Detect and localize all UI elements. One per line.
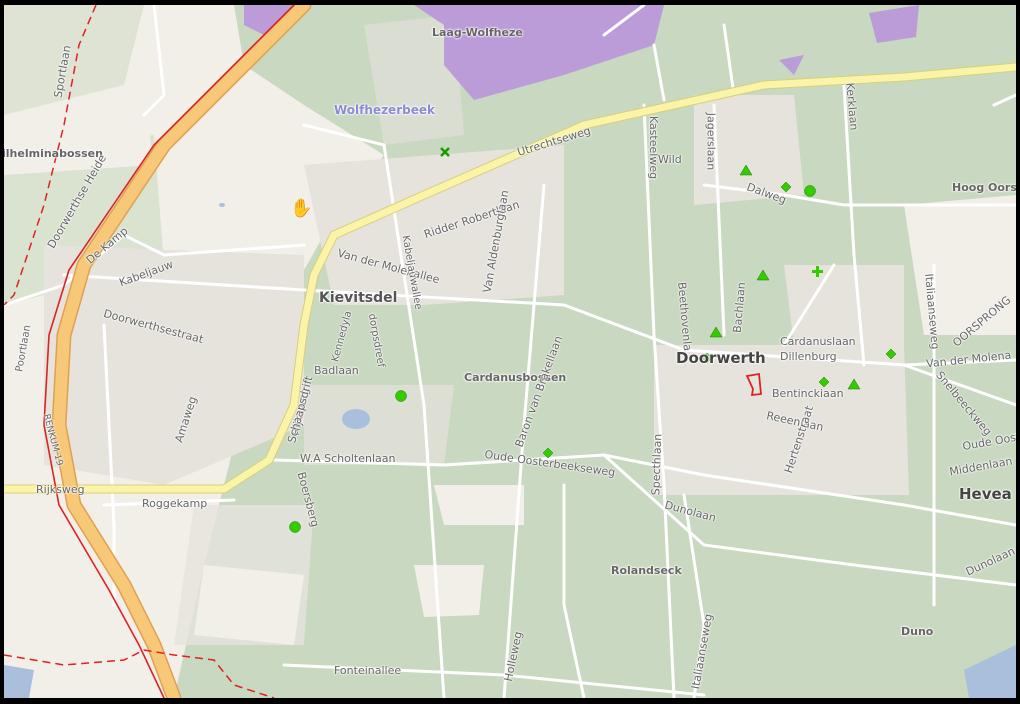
hand-cursor-icon: ✋ bbox=[290, 198, 313, 219]
map-base-layer bbox=[4, 5, 1016, 698]
map-canvas[interactable]: Laag-Wolfheze Wolfhezerbeek Utrechtseweg… bbox=[4, 5, 1016, 698]
